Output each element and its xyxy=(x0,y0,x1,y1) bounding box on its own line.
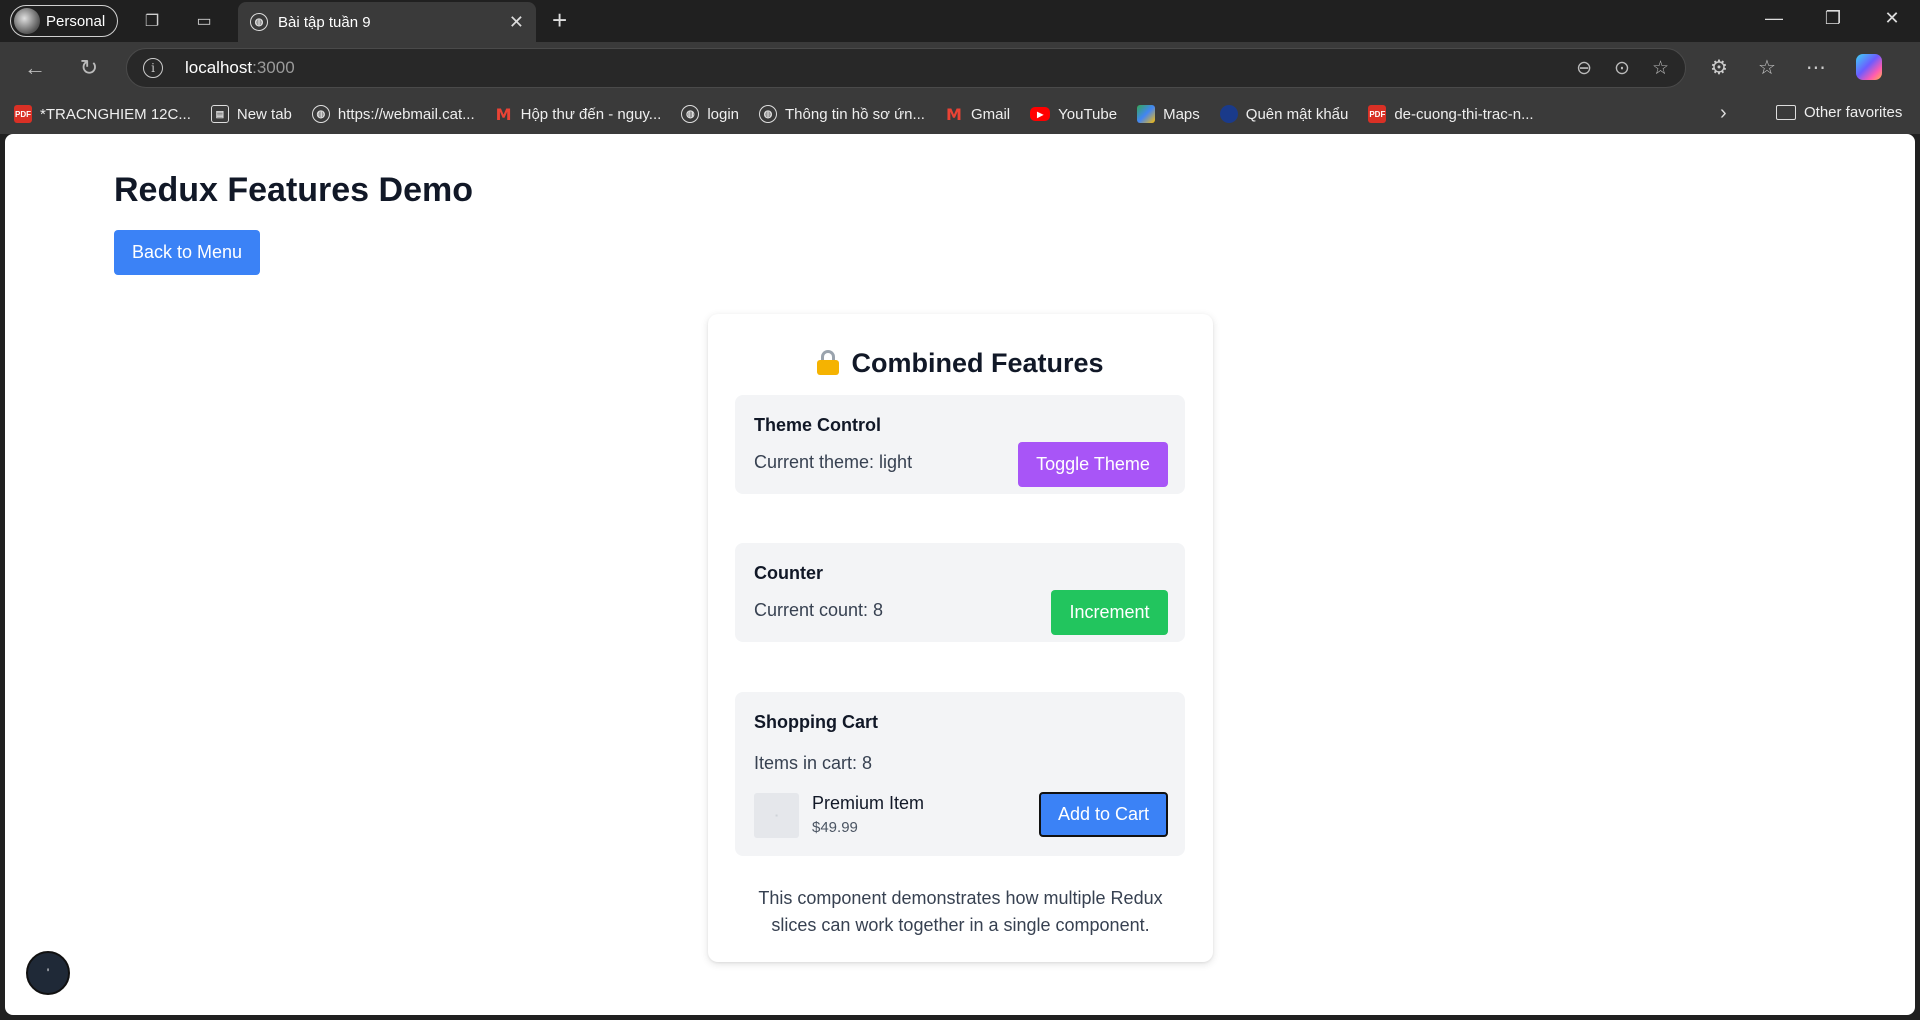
minimize-icon[interactable]: — xyxy=(1754,8,1794,29)
counter-section: Counter Current count: 8 Increment xyxy=(735,543,1185,642)
extensions-icon[interactable]: ⚙ xyxy=(1710,55,1728,80)
bookmark-label: YouTube xyxy=(1058,105,1118,123)
bookmark-item[interactable]: M Hộp thư đến - nguy... xyxy=(495,104,662,124)
bookmark-item[interactable]: M Gmail xyxy=(945,104,1011,124)
close-tab-icon[interactable]: ✕ xyxy=(509,12,524,33)
product-image: ▪ xyxy=(754,793,799,838)
url-port: :3000 xyxy=(252,58,295,77)
counter-status: Current count: 8 xyxy=(754,600,884,620)
bookmarks-bar: PDF *TRACNGHIEM 12C... ▤ New tab ◍ https://… xyxy=(0,94,1920,134)
favorites-icon[interactable]: ☆ xyxy=(1758,55,1776,80)
product-price: $49.99 xyxy=(812,819,858,836)
bookmark-label: Hộp thư đến - nguy... xyxy=(520,105,662,123)
theme-status: Current theme: light xyxy=(754,452,913,472)
avatar xyxy=(14,8,40,34)
bookmark-item[interactable]: PDF *TRACNGHIEM 12C... xyxy=(14,105,191,123)
copilot-icon[interactable] xyxy=(1855,54,1882,80)
tab-icon: ▤ xyxy=(210,105,229,123)
pdf-icon: PDF xyxy=(1368,105,1387,123)
tab-title: Bài tập tuần 9 xyxy=(278,13,371,31)
gmail-icon: M xyxy=(946,104,962,124)
close-window-icon[interactable]: ✕ xyxy=(1872,8,1912,29)
add-to-cart-button[interactable]: Add to Cart xyxy=(1039,792,1168,837)
bookmark-item[interactable]: ◍ login xyxy=(681,105,739,123)
bookmark-label: Maps xyxy=(1163,105,1200,123)
lock-icon xyxy=(817,350,840,375)
bookmark-label: de-cuong-thi-trac-n... xyxy=(1394,105,1534,123)
back-arrow-icon[interactable]: ← xyxy=(21,54,49,82)
devtools-toggle-button[interactable]: ' xyxy=(26,951,70,995)
bookmark-label: *TRACNGHIEM 12C... xyxy=(40,105,191,123)
browser-titlebar: Personal ❐ ▭ ◍ Bài tập tuần 9 ✕ + — ❐ ✕ xyxy=(0,0,1920,42)
back-to-menu-button[interactable]: Back to Menu xyxy=(114,230,260,275)
folder-icon xyxy=(1776,105,1796,120)
other-favorites-label: Other favorites xyxy=(1804,104,1903,121)
bookmark-label: Thông tin hồ sơ ứn... xyxy=(785,105,925,123)
refresh-icon[interactable]: ↻ xyxy=(75,54,103,82)
bookmark-label: Quên mật khẩu xyxy=(1245,105,1349,123)
section-title: Shopping Cart xyxy=(754,712,878,732)
combined-features-card: Combined Features Theme Control Current … xyxy=(708,314,1213,962)
restore-icon[interactable]: ❐ xyxy=(1813,8,1853,29)
bookmark-item[interactable]: PDF de-cuong-thi-trac-n... xyxy=(1368,105,1534,123)
card-footnote: This component demonstrates how multiple… xyxy=(758,888,1163,935)
url-host: localhost xyxy=(185,58,253,77)
bookmark-item[interactable]: ◍ https://webmail.cat... xyxy=(311,105,475,123)
section-title: Counter xyxy=(754,563,823,583)
bookmark-label: login xyxy=(707,105,740,123)
maps-icon xyxy=(1137,105,1156,123)
toggle-theme-button[interactable]: Toggle Theme xyxy=(1018,442,1168,487)
more-icon[interactable]: ⊙ xyxy=(1614,57,1630,80)
vertical-tabs-icon[interactable]: ▭ xyxy=(192,9,216,33)
card-title: Combined Features xyxy=(851,348,1104,378)
new-tab-button[interactable]: + xyxy=(552,7,567,33)
chevron-right-icon[interactable]: › xyxy=(1720,102,1727,125)
bookmark-label: Gmail xyxy=(970,105,1011,123)
address-bar[interactable]: i localhost :3000 ⊖ ⊙ ☆ xyxy=(126,48,1686,88)
workspaces-icon[interactable]: ❐ xyxy=(140,9,164,33)
youtube-icon: ▶ xyxy=(1030,107,1051,121)
card-title-row: Combined Features xyxy=(708,348,1213,379)
cart-status: Items in cart: 8 xyxy=(754,753,873,773)
globe-icon: ◍ xyxy=(311,105,330,123)
theme-control-section: Theme Control Current theme: light Toggl… xyxy=(735,395,1185,494)
shopping-cart-section: Shopping Cart Items in cart: 8 ▪ Premium… xyxy=(735,692,1185,856)
section-title: Theme Control xyxy=(754,415,882,435)
bookmark-label: New tab xyxy=(236,105,292,123)
product-name: Premium Item xyxy=(812,793,925,813)
bookmark-item[interactable]: ▶ YouTube xyxy=(1030,106,1117,123)
profile-button[interactable]: Personal xyxy=(10,5,119,37)
tab-active[interactable]: ◍ Bài tập tuần 9 ✕ xyxy=(238,2,536,42)
bookmark-item[interactable]: Maps xyxy=(1137,105,1200,123)
increment-button[interactable]: Increment xyxy=(1051,590,1168,635)
globe-icon: ◍ xyxy=(759,105,778,123)
browser-toolbar: ← ↻ i localhost :3000 ⊖ ⊙ ☆ ⚙ ☆ ⋯ xyxy=(0,42,1920,94)
key-icon xyxy=(1219,105,1238,123)
bookmark-label: https://webmail.cat... xyxy=(337,105,475,123)
menu-dots-icon[interactable]: ⋯ xyxy=(1806,55,1826,80)
other-favorites[interactable]: Other favorites xyxy=(1776,104,1902,121)
globe-icon: ◍ xyxy=(250,13,268,31)
bookmark-item[interactable]: ◍ Thông tin hồ sơ ứn... xyxy=(759,105,925,123)
globe-icon: ◍ xyxy=(681,105,700,123)
bookmark-item[interactable]: ▤ New tab xyxy=(210,105,292,123)
page-title: Redux Features Demo xyxy=(114,171,473,209)
zoom-out-icon[interactable]: ⊖ xyxy=(1576,57,1592,80)
profile-label: Personal xyxy=(46,12,106,30)
pdf-icon: PDF xyxy=(14,105,32,123)
bookmark-item[interactable]: Quên mật khẩu xyxy=(1219,105,1349,123)
favorite-star-icon[interactable]: ☆ xyxy=(1652,57,1669,80)
gmail-icon: M xyxy=(495,104,512,124)
site-info-icon[interactable]: i xyxy=(143,58,163,78)
page-viewport: Redux Features Demo Back to Menu Combine… xyxy=(5,134,1915,1015)
